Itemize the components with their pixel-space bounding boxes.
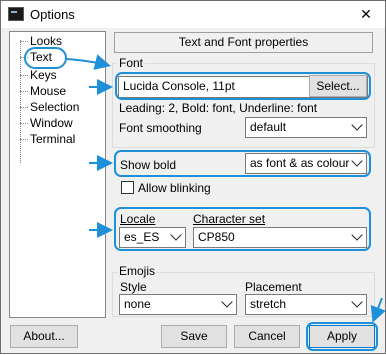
arrow-to-apply [370, 297, 386, 323]
options-window: Options ✕ Looks Text Keys Mouse Selectio… [0, 0, 386, 354]
arrow-to-font [66, 54, 111, 70]
annotation-arrows [66, 54, 386, 323]
